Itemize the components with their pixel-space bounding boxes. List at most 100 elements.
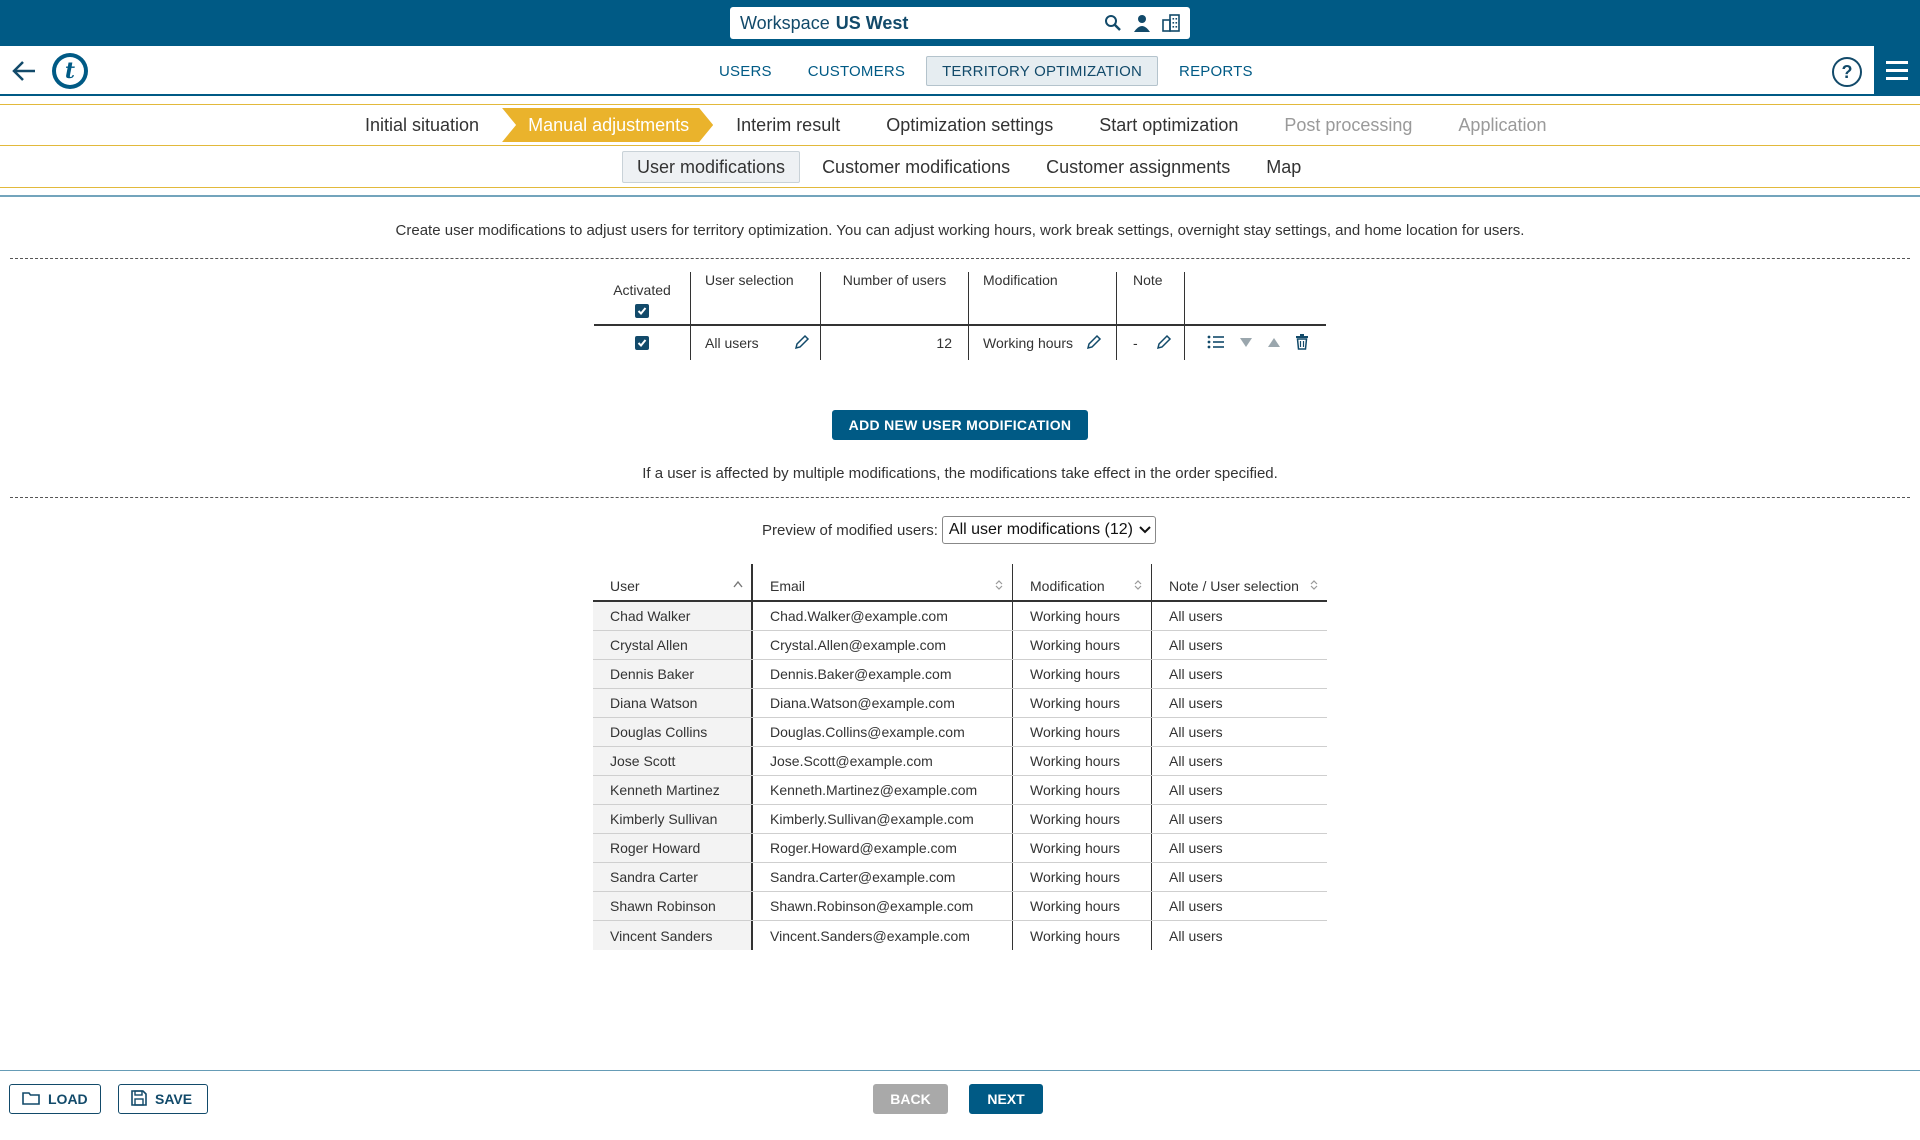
sort-icon [1309,579,1319,594]
cell-modification: Working hours [1012,718,1151,746]
table-row: Jose Scott Jose.Scott@example.com Workin… [593,747,1327,776]
cell-modification: Working hours [1012,921,1151,950]
nav-users[interactable]: USERS [704,56,787,86]
workspace-selector[interactable]: Workspace US West [730,7,1190,39]
cell-modification: Working hours [1012,805,1151,833]
list-icon[interactable] [1207,334,1225,353]
cell-note: All users [1151,863,1327,891]
step-post-processing: Post processing [1284,114,1413,135]
cell-modification: Working hours [1012,776,1151,804]
workspace-label: Workspace [740,12,830,33]
cell-note: All users [1151,631,1327,659]
table-row: Shawn Robinson Shawn.Robinson@example.co… [593,892,1327,921]
header-activated-checkbox[interactable] [635,304,649,318]
step-optimization-settings[interactable]: Optimization settings [863,108,1076,142]
logo-icon[interactable]: t [52,53,88,89]
sort-icon [1133,579,1143,594]
tab-customer-assignments[interactable]: Customer assignments [1032,151,1244,183]
header-user-sort[interactable]: User [593,564,751,600]
table-row: Vincent Sanders Vincent.Sanders@example.… [593,921,1327,950]
help-icon[interactable]: ? [1832,57,1862,87]
cell-modification: Working hours [1012,602,1151,630]
table-row: Douglas Collins Douglas.Collins@example.… [593,718,1327,747]
header-email-sort[interactable]: Email [751,564,1012,600]
table-row: Sandra Carter Sandra.Carter@example.com … [593,863,1327,892]
arrow-left-icon[interactable] [10,58,38,84]
main-nav-bar: t USERS CUSTOMERS TERRITORY OPTIMIZATION… [0,46,1920,96]
row-user-selection: All users [705,335,759,351]
pencil-icon[interactable] [1156,334,1172,353]
nav-territory-optimization[interactable]: TERRITORY OPTIMIZATION [926,56,1159,86]
page-description: Create user modifications to adjust user… [395,222,1525,239]
nav-reports[interactable]: REPORTS [1164,56,1268,86]
header-user: User [610,578,640,594]
divider [10,497,1910,498]
tab-map[interactable]: Map [1252,151,1315,183]
header-activated: Activated [613,282,671,298]
workspace-name: US West [835,12,909,33]
header-number-of-users: Number of users [820,272,968,324]
trash-icon[interactable] [1295,333,1309,353]
cell-user: Roger Howard [593,834,751,862]
header-note-sort[interactable]: Note / User selection [1151,564,1327,600]
pencil-icon[interactable] [794,334,810,353]
next-button[interactable]: NEXT [969,1084,1043,1114]
step-manual-adjustments[interactable]: Manual adjustments [502,108,713,142]
cell-user: Kenneth Martinez [593,776,751,804]
step-initial-situation[interactable]: Initial situation [342,108,502,142]
step-interim-result[interactable]: Interim result [713,108,863,142]
cell-email: Dennis.Baker@example.com [751,660,1012,688]
cell-user: Diana Watson [593,689,751,717]
hamburger-menu-icon[interactable] [1874,46,1920,94]
cell-user: Shawn Robinson [593,892,751,920]
cell-note: All users [1151,805,1327,833]
load-label: LOAD [48,1091,88,1107]
step-start-optimization[interactable]: Start optimization [1076,108,1261,142]
cell-email: Crystal.Allen@example.com [751,631,1012,659]
search-icon[interactable] [1104,14,1122,32]
folder-icon [22,1091,40,1108]
cell-modification: Working hours [1012,863,1151,891]
user-icon[interactable] [1134,14,1150,32]
sort-icon [994,579,1004,594]
top-bar: Workspace US West [0,0,1920,46]
add-user-modification-button[interactable]: ADD NEW USER MODIFICATION [832,410,1088,440]
table-row: Roger Howard Roger.Howard@example.com Wo… [593,834,1327,863]
cell-note: All users [1151,834,1327,862]
sort-asc-icon [733,580,743,593]
building-icon[interactable] [1162,14,1180,32]
header-note: Note / User selection [1169,578,1299,594]
header-modification-sort[interactable]: Modification [1012,564,1151,600]
table-row: Crystal Allen Crystal.Allen@example.com … [593,631,1327,660]
cell-email: Chad.Walker@example.com [751,602,1012,630]
cell-user: Dennis Baker [593,660,751,688]
cell-email: Diana.Watson@example.com [751,689,1012,717]
triangle-down-icon[interactable] [1239,335,1253,351]
cell-modification: Working hours [1012,834,1151,862]
triangle-up-icon[interactable] [1267,335,1281,351]
cell-user: Chad Walker [593,602,751,630]
sub-tab-bar: User modifications Customer modification… [0,146,1920,188]
order-note: If a user is affected by multiple modifi… [642,465,1278,482]
tab-user-modifications[interactable]: User modifications [622,151,801,183]
back-button[interactable]: BACK [873,1084,948,1114]
cell-note: All users [1151,660,1327,688]
tab-customer-modifications[interactable]: Customer modifications [808,151,1024,183]
table-header: User Email Modification Note / User sele… [593,564,1327,602]
cell-modification: Working hours [1012,689,1151,717]
table-row: Dennis Baker Dennis.Baker@example.com Wo… [593,660,1327,689]
preview-select[interactable]: All user modifications (12) [941,516,1156,544]
nav-customers[interactable]: CUSTOMERS [793,56,920,86]
modified-users-table: User Email Modification Note / User sele… [593,564,1327,950]
cell-note: All users [1151,747,1327,775]
save-button[interactable]: SAVE [118,1084,208,1114]
save-label: SAVE [155,1091,193,1107]
cell-modification: Working hours [1012,660,1151,688]
load-button[interactable]: LOAD [9,1084,101,1114]
chevron-down-icon [1139,521,1151,539]
table-header: Activated User selection Number of users… [594,272,1326,326]
table-row: Kimberly Sullivan Kimberly.Sullivan@exam… [593,805,1327,834]
pencil-icon[interactable] [1086,334,1102,353]
cell-user: Douglas Collins [593,718,751,746]
row-activated-checkbox[interactable] [635,336,649,350]
